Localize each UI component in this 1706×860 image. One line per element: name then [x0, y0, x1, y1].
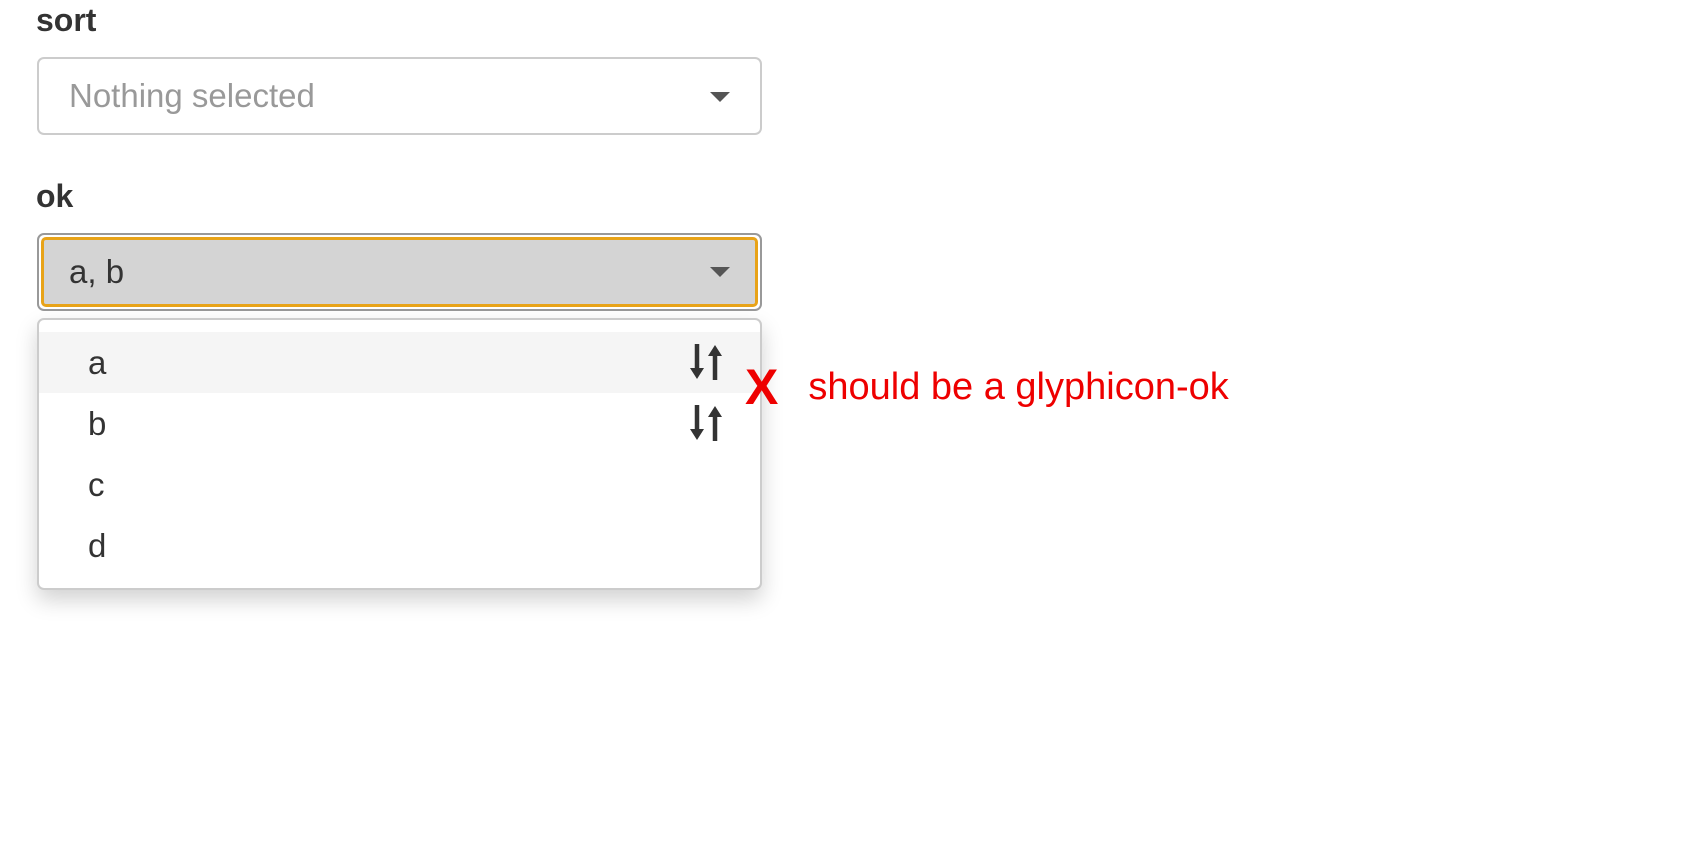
annotation-text: should be a glyphicon-ok	[808, 365, 1229, 408]
ok-select[interactable]: a, b	[37, 233, 762, 311]
option-label: a	[88, 344, 107, 381]
sort-select-placeholder: Nothing selected	[69, 77, 315, 114]
option-b[interactable]: b	[39, 393, 760, 454]
sort-label: sort	[36, 2, 97, 38]
x-mark-icon: X	[745, 359, 779, 415]
option-label: d	[88, 527, 107, 564]
ok-label: ok	[36, 178, 74, 214]
option-label: b	[88, 405, 107, 442]
ok-select-value: a, b	[69, 253, 125, 290]
caret-down-icon	[710, 92, 730, 102]
sort-select[interactable]: Nothing selected	[37, 57, 762, 135]
option-d[interactable]: d	[39, 515, 760, 576]
sort-arrows-icon	[690, 405, 722, 441]
option-a[interactable]: a	[39, 332, 760, 393]
ok-dropdown-menu: a b c d	[37, 318, 762, 590]
option-c[interactable]: c	[39, 454, 760, 515]
option-label: c	[88, 466, 105, 503]
ok-select-focus-ring: a, b	[41, 237, 758, 307]
caret-down-icon	[710, 267, 730, 277]
sort-arrows-icon	[690, 344, 722, 380]
annotation: X should be a glyphicon-ok	[745, 362, 1229, 412]
